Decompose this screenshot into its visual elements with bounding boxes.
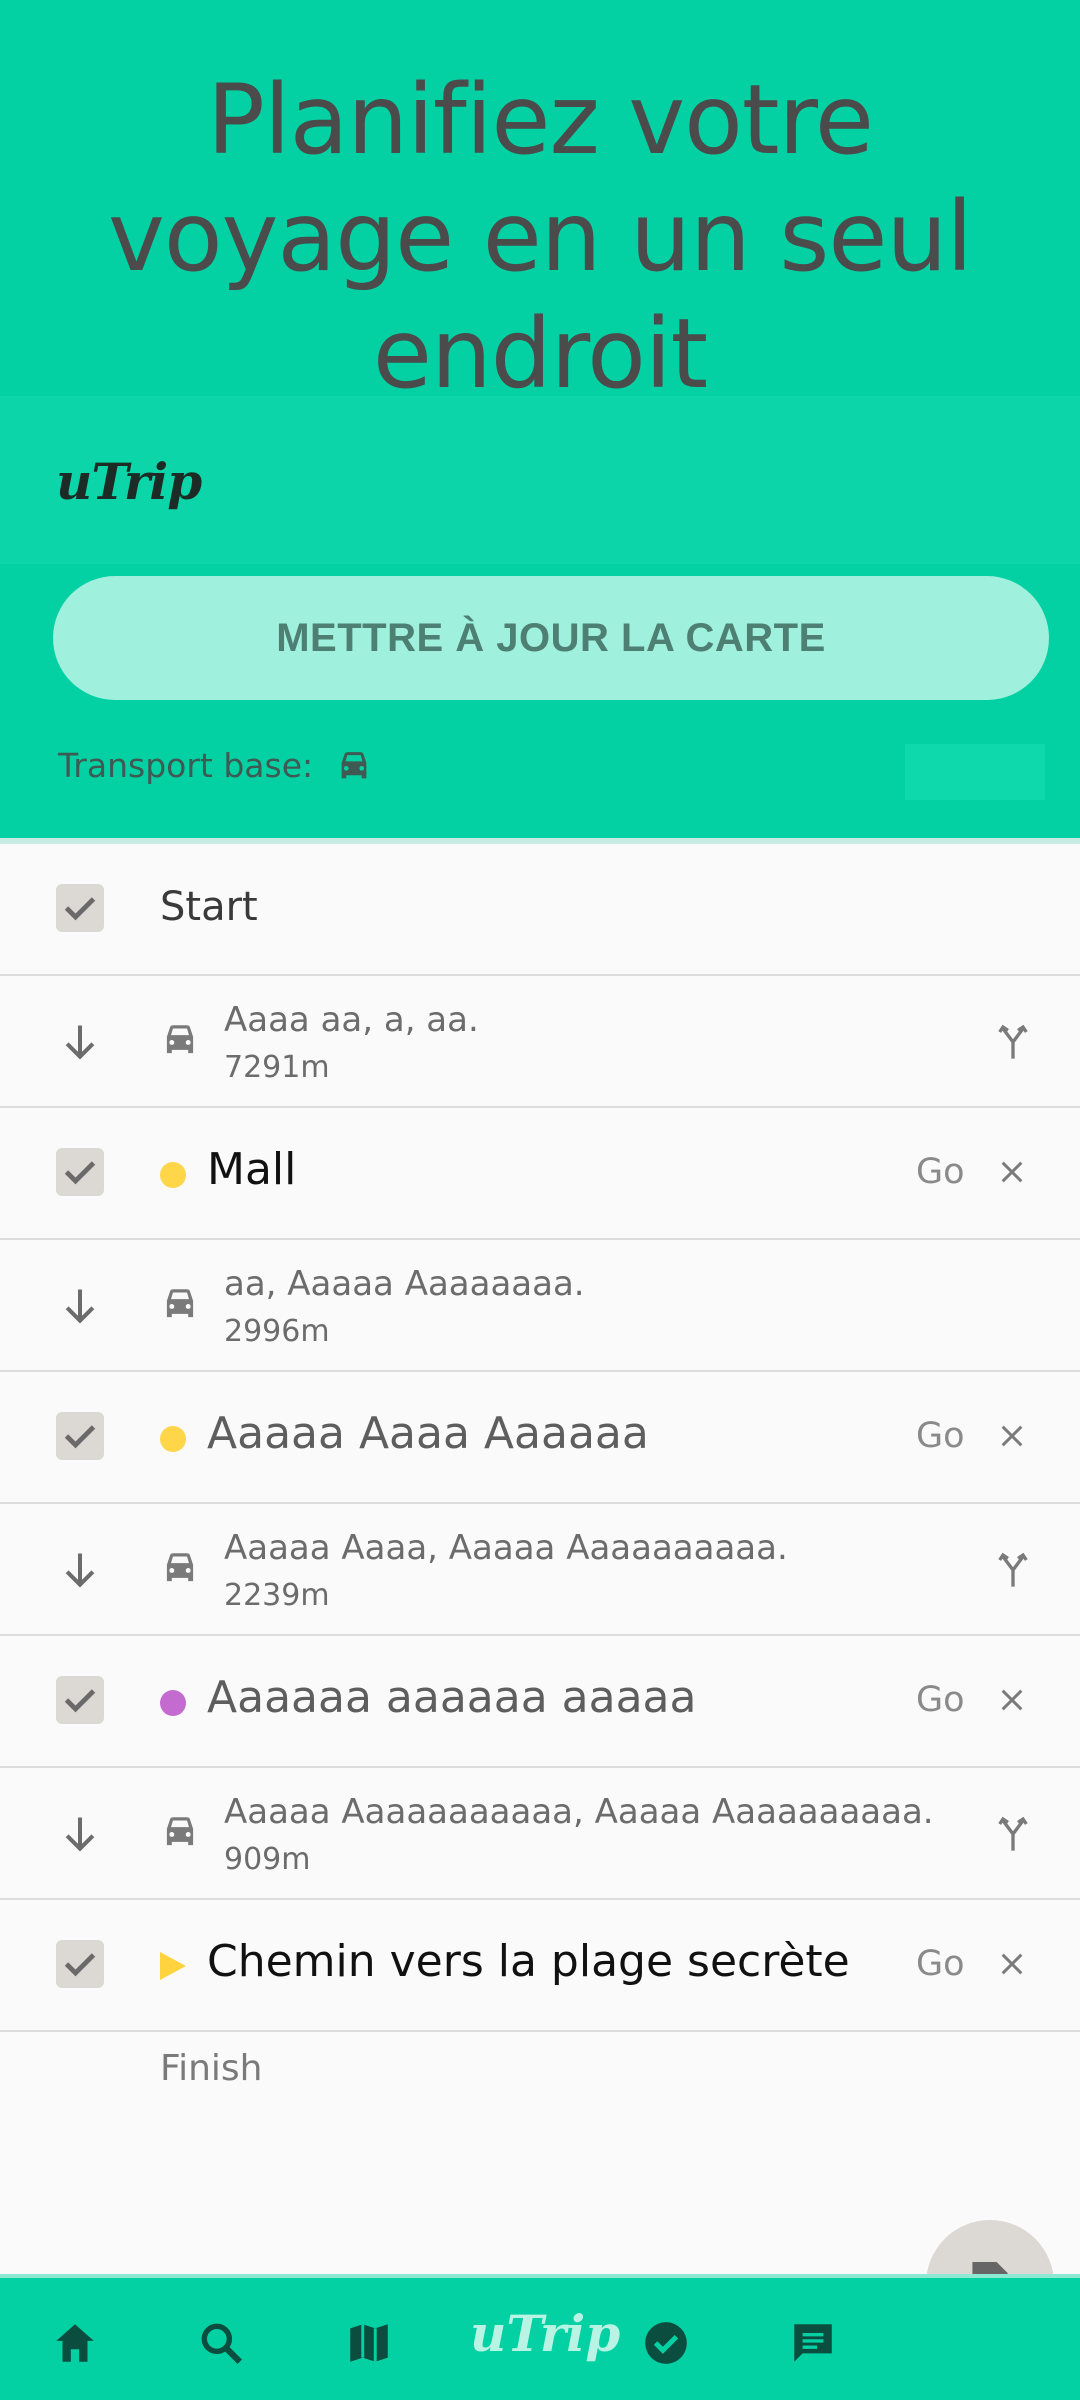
car-icon bbox=[166, 1289, 194, 1318]
itinerary-list: Start Aaaa aa, a, aa. 7291m Mall Go aa, … bbox=[0, 844, 1080, 2032]
chat-icon[interactable] bbox=[788, 2318, 838, 2368]
segment-distance: 909m bbox=[224, 1842, 311, 1877]
close-icon[interactable] bbox=[996, 1420, 1028, 1452]
stop-name[interactable]: Aaaaa Aaaa Aaaaaa bbox=[207, 1408, 649, 1459]
car-icon bbox=[166, 1025, 194, 1054]
list-item-segment: aa, Aaaaa Aaaaaaaa. 2996m bbox=[0, 1240, 1080, 1372]
stop-name[interactable]: Chemin vers la plage secrète bbox=[207, 1936, 850, 1987]
segment-distance: 7291m bbox=[224, 1050, 330, 1085]
list-item-segment: Aaaa aa, a, aa. 7291m bbox=[0, 976, 1080, 1108]
marker-dot bbox=[160, 1690, 186, 1716]
list-item-stop: Aaaaaa aaaaaa aaaaa Go bbox=[0, 1636, 1080, 1768]
checkbox[interactable] bbox=[56, 1676, 104, 1724]
arrow-down-icon[interactable] bbox=[58, 1284, 102, 1328]
arrow-down-icon[interactable] bbox=[58, 1548, 102, 1592]
list-item-segment: Aaaaa Aaaa, Aaaaa Aaaaaaaaaa. 2239m bbox=[0, 1504, 1080, 1636]
close-icon[interactable] bbox=[996, 1948, 1028, 1980]
update-map-button[interactable]: METTRE À JOUR LA CARTE bbox=[53, 576, 1049, 700]
list-item-stop: Mall Go bbox=[0, 1108, 1080, 1240]
check-circle-icon[interactable] bbox=[641, 2318, 691, 2368]
page-title: Planifiez votre voyage en un seul endroi… bbox=[108, 64, 973, 410]
fork-route-icon[interactable] bbox=[996, 1814, 1030, 1854]
marker-dot bbox=[160, 1162, 186, 1188]
placeholder-box bbox=[905, 744, 1045, 800]
map-icon[interactable] bbox=[344, 2318, 394, 2368]
close-icon[interactable] bbox=[996, 1156, 1028, 1188]
list-item-start: Start bbox=[0, 844, 1080, 976]
fork-route-icon[interactable] bbox=[996, 1550, 1030, 1590]
segment-title: aa, Aaaaa Aaaaaaaa. bbox=[224, 1264, 585, 1304]
checkbox[interactable] bbox=[56, 1412, 104, 1460]
segment-title: Aaaaa Aaaaaaaaaaa, Aaaaa Aaaaaaaaaa. bbox=[224, 1792, 934, 1832]
stop-name[interactable]: Aaaaaa aaaaaa aaaaa bbox=[207, 1672, 696, 1723]
go-button[interactable]: Go bbox=[916, 1152, 965, 1192]
nav-logo[interactable]: uTrip bbox=[470, 2304, 620, 2363]
list-item-stop: Chemin vers la plage secrète Go bbox=[0, 1900, 1080, 2032]
play-marker-icon bbox=[160, 1952, 186, 1980]
go-button[interactable]: Go bbox=[916, 1416, 965, 1456]
start-label: Start bbox=[160, 884, 258, 930]
fork-route-icon[interactable] bbox=[996, 1022, 1030, 1062]
segment-distance: 2239m bbox=[224, 1578, 330, 1613]
list-item-stop: Aaaaa Aaaa Aaaaaa Go bbox=[0, 1372, 1080, 1504]
segment-distance: 2996m bbox=[224, 1314, 330, 1349]
search-icon[interactable] bbox=[196, 2318, 246, 2368]
car-icon bbox=[166, 1817, 194, 1846]
car-icon[interactable] bbox=[335, 749, 373, 783]
arrow-down-icon[interactable] bbox=[58, 1812, 102, 1856]
arrow-down-icon[interactable] bbox=[58, 1020, 102, 1064]
transport-base-label: Transport base: bbox=[58, 746, 314, 785]
list-item-segment: Aaaaa Aaaaaaaaaaa, Aaaaa Aaaaaaaaaa. 909… bbox=[0, 1768, 1080, 1900]
stop-name[interactable]: Mall bbox=[207, 1144, 296, 1195]
header: Planifiez votre voyage en un seul endroi… bbox=[0, 0, 1080, 840]
home-icon[interactable] bbox=[50, 2318, 100, 2368]
car-icon bbox=[166, 1553, 194, 1582]
app-logo: uTrip bbox=[56, 452, 202, 511]
finish-label: Finish bbox=[160, 2048, 263, 2089]
marker-dot bbox=[160, 1426, 186, 1452]
segment-title: Aaaaa Aaaa, Aaaaa Aaaaaaaaaa. bbox=[224, 1528, 788, 1568]
checkbox[interactable] bbox=[56, 1148, 104, 1196]
bottom-nav: uTrip bbox=[0, 2274, 1080, 2400]
checkbox[interactable] bbox=[56, 1940, 104, 1988]
segment-title: Aaaa aa, a, aa. bbox=[224, 1000, 479, 1040]
transport-base: Transport base: bbox=[58, 746, 373, 785]
go-button[interactable]: Go bbox=[916, 1944, 965, 1984]
checkbox[interactable] bbox=[56, 884, 104, 932]
go-button[interactable]: Go bbox=[916, 1680, 965, 1720]
close-icon[interactable] bbox=[996, 1684, 1028, 1716]
